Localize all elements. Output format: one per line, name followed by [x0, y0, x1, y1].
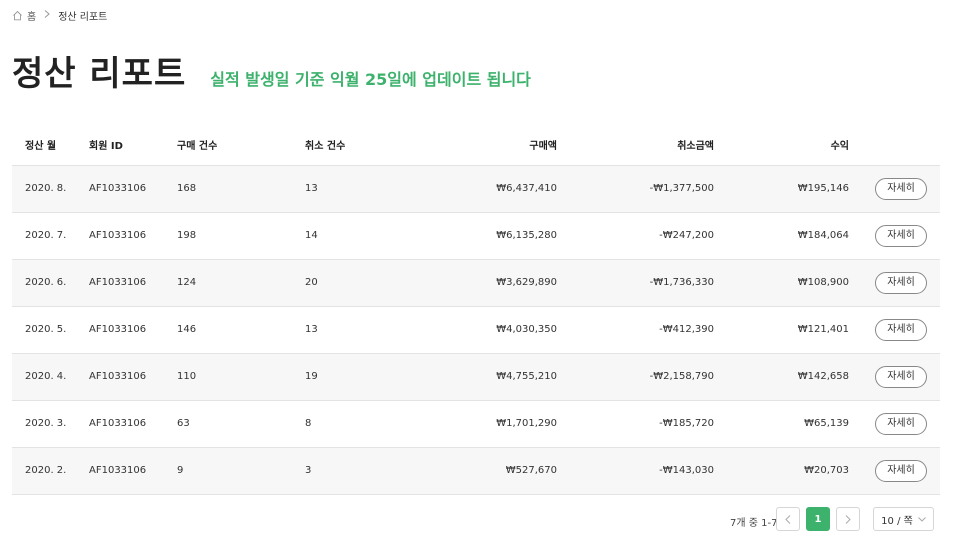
- detail-button[interactable]: 자세히: [875, 318, 927, 341]
- cell-purchase-count: 110: [177, 353, 305, 401]
- cell-action: 자세히: [849, 353, 940, 401]
- column-header-cancel-amount: 취소금액: [557, 125, 714, 166]
- page-header: 정산 리포트 실적 발생일 기준 익월 25일에 업데이트 됩니다: [12, 46, 531, 95]
- column-header-revenue: 수익: [714, 125, 849, 166]
- cell-action: 자세히: [849, 447, 940, 495]
- cell-purchase-amount: ₩3,629,890: [425, 259, 557, 307]
- detail-button[interactable]: 자세히: [875, 459, 927, 482]
- table-row: 2020. 8. AF1033106 168 13 ₩6,437,410 -₩1…: [12, 165, 940, 213]
- page-button-current[interactable]: 1: [806, 507, 830, 531]
- breadcrumb: 홈 정산 리포트: [12, 8, 108, 23]
- cell-cancel-amount: -₩185,720: [557, 400, 714, 448]
- cell-cancel-count: 19: [305, 353, 425, 401]
- cell-revenue: ₩184,064: [714, 212, 849, 260]
- cell-member-id: AF1033106: [89, 212, 177, 260]
- cell-cancel-amount: -₩1,736,330: [557, 259, 714, 307]
- cell-purchase-amount: ₩6,135,280: [425, 212, 557, 260]
- cell-purchase-amount: ₩6,437,410: [425, 165, 557, 213]
- cell-month: 2020. 5.: [12, 306, 89, 354]
- cell-cancel-count: 13: [305, 165, 425, 213]
- cell-revenue: ₩65,139: [714, 400, 849, 448]
- cell-month: 2020. 7.: [12, 212, 89, 260]
- cell-purchase-amount: ₩1,701,290: [425, 400, 557, 448]
- cell-purchase-count: 124: [177, 259, 305, 307]
- detail-button[interactable]: 자세히: [875, 271, 927, 294]
- settlement-table: 정산 월 회원 ID 구매 건수 취소 건수 구매액 취소금액 수익 2020.…: [12, 125, 940, 495]
- page-title: 정산 리포트: [12, 54, 187, 94]
- cell-revenue: ₩108,900: [714, 259, 849, 307]
- cell-purchase-count: 9: [177, 447, 305, 495]
- cell-member-id: AF1033106: [89, 165, 177, 213]
- column-header-purchase-count: 구매 건수: [177, 125, 305, 166]
- cell-revenue: ₩195,146: [714, 165, 849, 213]
- detail-button[interactable]: 자세히: [875, 177, 927, 200]
- cell-purchase-count: 168: [177, 165, 305, 213]
- cell-purchase-count: 63: [177, 400, 305, 448]
- cell-cancel-amount: -₩412,390: [557, 306, 714, 354]
- prev-page-button[interactable]: [776, 507, 800, 531]
- cell-month: 2020. 3.: [12, 400, 89, 448]
- detail-button[interactable]: 자세히: [875, 224, 927, 247]
- cell-revenue: ₩20,703: [714, 447, 849, 495]
- breadcrumb-home-link[interactable]: 홈: [27, 8, 36, 23]
- cell-action: 자세히: [849, 259, 940, 307]
- home-icon[interactable]: [12, 10, 23, 21]
- cell-cancel-amount: -₩2,158,790: [557, 353, 714, 401]
- cell-month: 2020. 4.: [12, 353, 89, 401]
- next-page-button[interactable]: [836, 507, 860, 531]
- cell-member-id: AF1033106: [89, 447, 177, 495]
- chevron-right-icon: [44, 9, 50, 21]
- column-header-action: [849, 125, 940, 166]
- cell-action: 자세히: [849, 306, 940, 354]
- cell-member-id: AF1033106: [89, 259, 177, 307]
- cell-cancel-amount: -₩143,030: [557, 447, 714, 495]
- page-size-value: 10 / 쪽: [881, 515, 913, 527]
- table-row: 2020. 6. AF1033106 124 20 ₩3,629,890 -₩1…: [12, 259, 940, 307]
- cell-cancel-amount: -₩1,377,500: [557, 165, 714, 213]
- cell-month: 2020. 2.: [12, 447, 89, 495]
- cell-revenue: ₩121,401: [714, 306, 849, 354]
- page-subtitle: 실적 발생일 기준 익월 25일에 업데이트 됩니다: [210, 70, 531, 89]
- detail-button[interactable]: 자세히: [875, 412, 927, 435]
- table-row: 2020. 3. AF1033106 63 8 ₩1,701,290 -₩185…: [12, 400, 940, 448]
- table-row: 2020. 5. AF1033106 146 13 ₩4,030,350 -₩4…: [12, 306, 940, 354]
- chevron-down-icon: [917, 517, 926, 522]
- column-header-cancel-count: 취소 건수: [305, 125, 425, 166]
- cell-purchase-amount: ₩527,670: [425, 447, 557, 495]
- detail-button[interactable]: 자세히: [875, 365, 927, 388]
- table-row: 2020. 4. AF1033106 110 19 ₩4,755,210 -₩2…: [12, 353, 940, 401]
- cell-month: 2020. 8.: [12, 165, 89, 213]
- cell-member-id: AF1033106: [89, 306, 177, 354]
- cell-purchase-count: 146: [177, 306, 305, 354]
- cell-cancel-count: 3: [305, 447, 425, 495]
- cell-action: 자세히: [849, 212, 940, 260]
- cell-cancel-count: 13: [305, 306, 425, 354]
- table-row: 2020. 7. AF1033106 198 14 ₩6,135,280 -₩2…: [12, 212, 940, 260]
- column-header-purchase-amount: 구매액: [425, 125, 557, 166]
- cell-cancel-amount: -₩247,200: [557, 212, 714, 260]
- page-size-select[interactable]: 10 / 쪽: [873, 507, 934, 531]
- column-header-month: 정산 월: [12, 125, 89, 166]
- cell-revenue: ₩142,658: [714, 353, 849, 401]
- chevron-right-icon: [845, 514, 851, 524]
- breadcrumb-current: 정산 리포트: [58, 11, 108, 23]
- pagination-info: 7개 중 1-7: [730, 518, 778, 529]
- cell-purchase-count: 198: [177, 212, 305, 260]
- table-header-row: 정산 월 회원 ID 구매 건수 취소 건수 구매액 취소금액 수익: [12, 125, 940, 166]
- cell-month: 2020. 6.: [12, 259, 89, 307]
- chevron-left-icon: [785, 514, 791, 524]
- cell-action: 자세히: [849, 400, 940, 448]
- cell-member-id: AF1033106: [89, 400, 177, 448]
- column-header-member-id: 회원 ID: [89, 125, 177, 166]
- cell-member-id: AF1033106: [89, 353, 177, 401]
- table-row: 2020. 2. AF1033106 9 3 ₩527,670 -₩143,03…: [12, 447, 940, 495]
- cell-cancel-count: 14: [305, 212, 425, 260]
- cell-action: 자세히: [849, 165, 940, 213]
- cell-purchase-amount: ₩4,755,210: [425, 353, 557, 401]
- cell-cancel-count: 20: [305, 259, 425, 307]
- cell-purchase-amount: ₩4,030,350: [425, 306, 557, 354]
- cell-cancel-count: 8: [305, 400, 425, 448]
